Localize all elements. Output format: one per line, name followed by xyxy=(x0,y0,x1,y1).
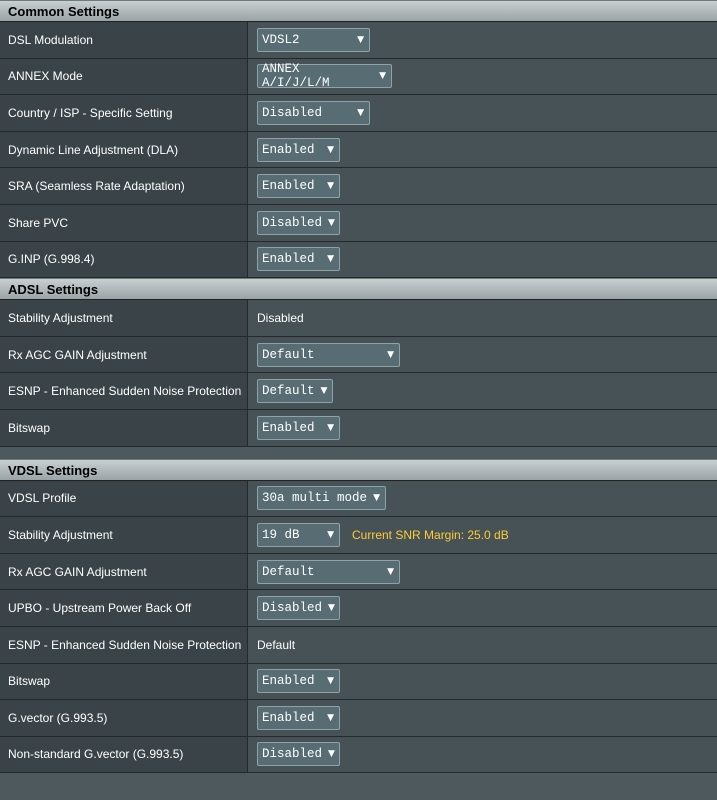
setting-label: SRA (Seamless Rate Adaptation) xyxy=(0,168,248,204)
select-value: ANNEX A/I/J/L/M xyxy=(262,62,330,91)
select-value: Enabled xyxy=(262,252,315,267)
caret-down-icon: ▼ xyxy=(327,422,334,433)
adsl-settings-header: ADSL Settings xyxy=(0,278,717,301)
select-value: Disabled xyxy=(262,105,323,120)
dla-select[interactable]: Enabled ▼ xyxy=(257,137,340,162)
annex-mode-select[interactable]: ANNEX A/I/J/L/M ▼ xyxy=(257,62,392,91)
select-value: 30a multi mode xyxy=(262,491,368,506)
select-value: Default xyxy=(262,384,315,399)
setting-label: Stability Adjustment xyxy=(0,300,248,336)
country-isp-select[interactable]: Disabled ▼ xyxy=(257,100,370,125)
setting-row-vdsl-upbo: UPBO - Upstream Power Back Off Disabled ▼ xyxy=(0,590,717,627)
vdsl-settings-header: VDSL Settings xyxy=(0,458,717,481)
setting-row-country-isp: Country / ISP - Specific Setting Disable… xyxy=(0,95,717,132)
select-value: Enabled xyxy=(262,674,315,689)
setting-label: Dynamic Line Adjustment (DLA) xyxy=(0,131,248,168)
setting-row-adsl-bitswap: Bitswap Enabled ▼ xyxy=(0,409,717,447)
setting-row-gvector: G.vector (G.993.5) Enabled ▼ xyxy=(0,700,717,737)
caret-down-icon: ▼ xyxy=(327,254,334,265)
setting-row-sra: SRA (Seamless Rate Adaptation) Enabled ▼ xyxy=(0,168,717,205)
setting-label: ESNP - Enhanced Sudden Noise Protection xyxy=(0,373,248,409)
select-value: 19 dB xyxy=(262,527,300,542)
adsl-bitswap-select[interactable]: Enabled ▼ xyxy=(257,415,340,440)
nonstandard-gvector-select[interactable]: Disabled ▼ xyxy=(257,742,340,767)
sra-select[interactable]: Enabled ▼ xyxy=(257,174,340,199)
snr-margin-hint: Current SNR Margin: 25.0 dB xyxy=(352,527,509,542)
setting-row-share-pvc: Share PVC Disabled ▼ xyxy=(0,204,717,242)
select-value: Default xyxy=(262,564,315,579)
ginp-select[interactable]: Enabled ▼ xyxy=(257,247,340,272)
vdsl-stability-select[interactable]: 19 dB ▼ xyxy=(257,522,340,547)
common-settings-section: Common Settings DSL Modulation VDSL2 ▼ AN… xyxy=(0,0,717,279)
caret-down-icon: ▼ xyxy=(327,676,334,687)
select-value: Enabled xyxy=(262,179,315,194)
caret-down-icon: ▼ xyxy=(327,181,334,192)
setting-label: Rx AGC GAIN Adjustment xyxy=(0,336,248,373)
select-value: VDSL2 xyxy=(262,32,300,47)
caret-down-icon: ▼ xyxy=(320,386,328,397)
setting-label: Rx AGC GAIN Adjustment xyxy=(0,553,248,590)
setting-row-adsl-esnp: ESNP - Enhanced Sudden Noise Protection … xyxy=(0,373,717,410)
setting-row-vdsl-esnp: ESNP - Enhanced Sudden Noise Protection … xyxy=(0,626,717,664)
setting-row-adsl-rx-agc: Rx AGC GAIN Adjustment Default ▼ xyxy=(0,336,717,374)
setting-label: ANNEX Mode xyxy=(0,58,248,95)
setting-label: DSL Modulation xyxy=(0,22,248,58)
setting-row-adsl-stability: Stability Adjustment Disabled xyxy=(0,300,717,337)
adsl-rx-agc-select[interactable]: Default ▼ xyxy=(257,342,400,367)
vdsl-upbo-select[interactable]: Disabled ▼ xyxy=(257,596,340,621)
setting-label: VDSL Profile xyxy=(0,480,248,517)
caret-down-icon: ▼ xyxy=(328,603,335,614)
dsl-modulation-select[interactable]: VDSL2 ▼ xyxy=(257,27,370,52)
setting-row-vdsl-profile: VDSL Profile 30a multi mode ▼ xyxy=(0,480,717,518)
adsl-settings-section: ADSL Settings Stability Adjustment Disab… xyxy=(0,278,717,447)
setting-label: ESNP - Enhanced Sudden Noise Protection xyxy=(0,626,248,663)
select-value: Disabled xyxy=(262,601,323,616)
caret-down-icon: ▼ xyxy=(327,712,334,723)
caret-down-icon: ▼ xyxy=(357,34,364,45)
select-value: Enabled xyxy=(262,420,315,435)
setting-row-vdsl-bitswap: Bitswap Enabled ▼ xyxy=(0,663,717,701)
setting-label: G.vector (G.993.5) xyxy=(0,700,248,736)
caret-down-icon: ▼ xyxy=(357,107,364,118)
vdsl-settings-section: VDSL Settings VDSL Profile 30a multi mod… xyxy=(0,458,717,774)
setting-row-ginp: G.INP (G.998.4) Enabled ▼ xyxy=(0,241,717,279)
setting-label: Share PVC xyxy=(0,204,248,241)
vdsl-profile-select[interactable]: 30a multi mode ▼ xyxy=(257,486,386,511)
setting-row-vdsl-rx-agc: Rx AGC GAIN Adjustment Default ▼ xyxy=(0,553,717,591)
setting-row-dla: Dynamic Line Adjustment (DLA) Enabled ▼ xyxy=(0,131,717,169)
adsl-esnp-select[interactable]: Default ▼ xyxy=(257,379,333,404)
caret-down-icon: ▼ xyxy=(328,217,335,228)
vdsl-bitswap-select[interactable]: Enabled ▼ xyxy=(257,669,340,694)
select-value: Enabled xyxy=(262,142,315,157)
select-value: Default xyxy=(262,347,315,362)
setting-label: Stability Adjustment xyxy=(0,517,248,553)
setting-row-vdsl-stability: Stability Adjustment 19 dB ▼ Current SNR M… xyxy=(0,517,717,554)
caret-down-icon: ▼ xyxy=(387,566,394,577)
caret-down-icon: ▼ xyxy=(387,349,394,360)
caret-down-icon: ▼ xyxy=(379,71,386,82)
setting-row-nonstandard-gvector: Non-standard G.vector (G.993.5) Disabled… xyxy=(0,736,717,774)
caret-down-icon: ▼ xyxy=(328,749,335,760)
section-spacer xyxy=(0,446,717,459)
setting-label: Bitswap xyxy=(0,409,248,446)
setting-label: Country / ISP - Specific Setting xyxy=(0,95,248,131)
adsl-stability-value: Disabled xyxy=(257,310,304,325)
common-settings-header: Common Settings xyxy=(0,0,717,22)
select-value: Disabled xyxy=(262,747,323,762)
vdsl-esnp-value: Default xyxy=(257,637,296,652)
caret-down-icon: ▼ xyxy=(327,144,334,155)
setting-row-annex-mode: ANNEX Mode ANNEX A/I/J/L/M ▼ xyxy=(0,58,717,96)
select-value: Enabled xyxy=(262,710,315,725)
gvector-select[interactable]: Enabled ▼ xyxy=(257,705,340,730)
share-pvc-select[interactable]: Disabled ▼ xyxy=(257,210,340,235)
setting-label: G.INP (G.998.4) xyxy=(0,241,248,278)
caret-down-icon: ▼ xyxy=(373,493,380,504)
caret-down-icon: ▼ xyxy=(327,529,334,540)
setting-row-dsl-modulation: DSL Modulation VDSL2 ▼ xyxy=(0,22,717,59)
vdsl-rx-agc-select[interactable]: Default ▼ xyxy=(257,559,400,584)
setting-label: Non-standard G.vector (G.993.5) xyxy=(0,736,248,773)
select-value: Disabled xyxy=(262,215,323,230)
setting-label: Bitswap xyxy=(0,663,248,700)
setting-label: UPBO - Upstream Power Back Off xyxy=(0,590,248,626)
